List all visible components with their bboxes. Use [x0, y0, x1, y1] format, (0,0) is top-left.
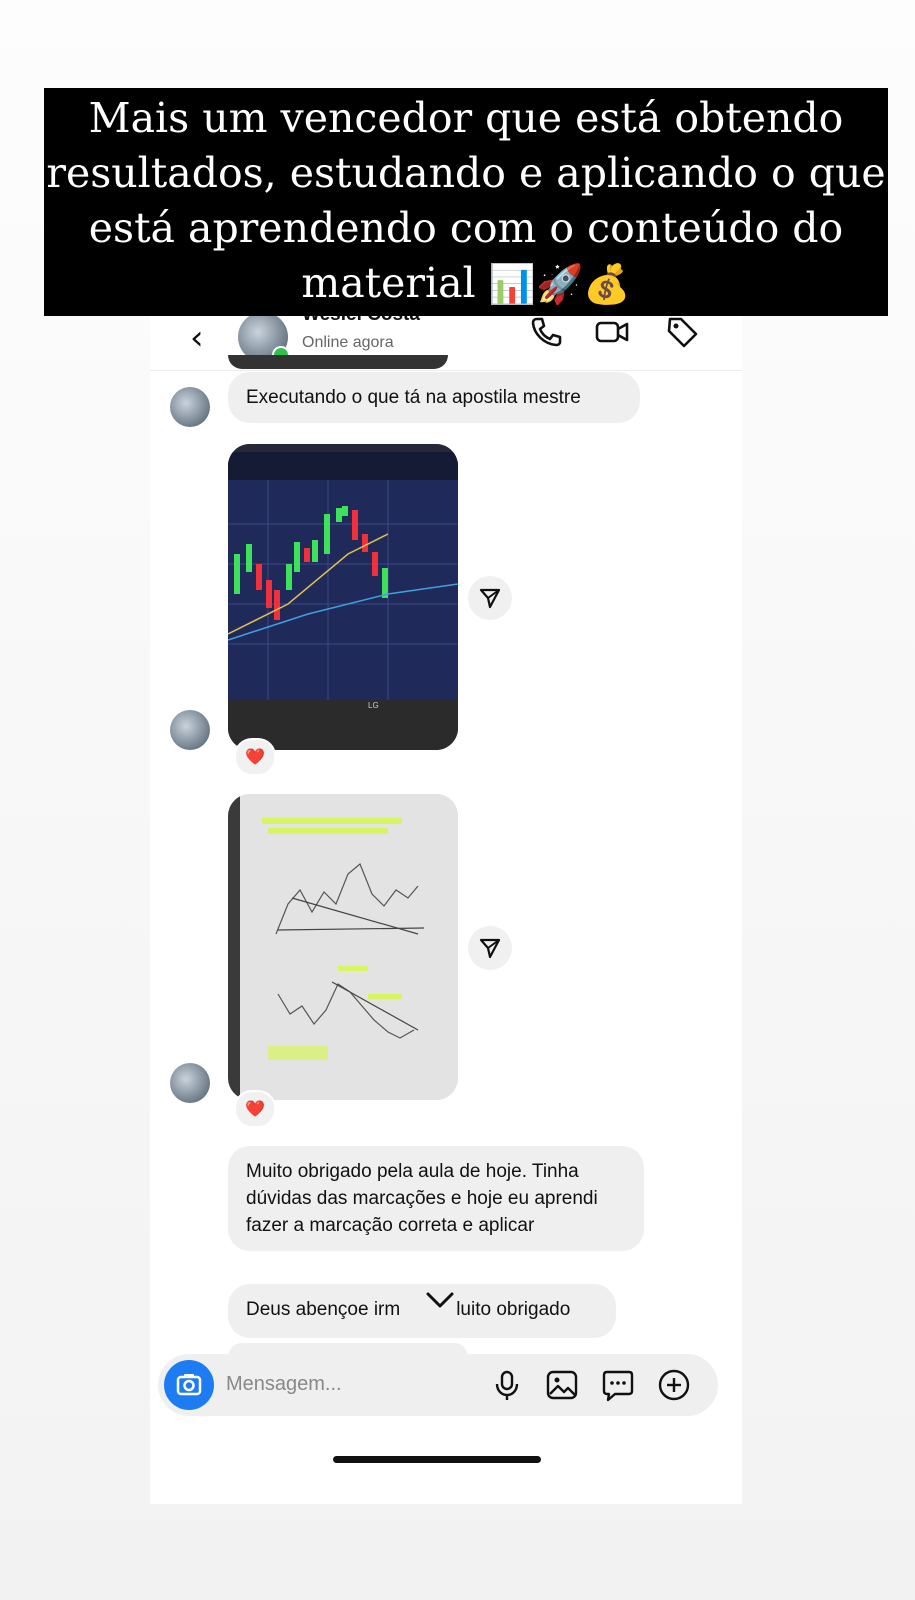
caption-text: Mais um vencedor que está obtendo result… — [46, 94, 886, 307]
svg-text:LG: LG — [368, 701, 379, 710]
message-composer: Mensagem... — [158, 1354, 718, 1416]
video-icon[interactable] — [594, 314, 630, 350]
sender-avatar[interactable] — [170, 1063, 210, 1103]
message-text-right: luito obrigado — [456, 1299, 571, 1320]
photo-message[interactable]: LG — [228, 444, 458, 750]
share-button[interactable] — [468, 926, 512, 970]
message-bubble[interactable]: Executando o que tá na apostila mestre — [228, 372, 640, 423]
previous-photo-edge[interactable] — [228, 355, 448, 369]
message-input[interactable]: Mensagem... — [226, 1373, 342, 1396]
sender-avatar[interactable] — [170, 710, 210, 750]
chevron-down-icon — [426, 1292, 454, 1308]
camera-icon — [176, 1374, 202, 1396]
send-icon — [479, 938, 501, 959]
caption-emojis: 📊🚀💰 — [488, 262, 631, 306]
image-icon[interactable] — [545, 1368, 579, 1402]
home-indicator — [333, 1456, 541, 1463]
camera-button[interactable] — [164, 1360, 214, 1410]
reaction-heart[interactable]: ❤️ — [234, 1090, 276, 1128]
share-button[interactable] — [468, 576, 512, 620]
chat-screenshot: ‹ Wesiel Costa › Online agora Executando… — [150, 300, 742, 1504]
notebook-chart-photo — [228, 794, 458, 1100]
message-text-left: Deus abençoe irm — [246, 1299, 401, 1320]
contact-status: Online agora — [302, 334, 394, 351]
trading-chart-photo: LG — [228, 444, 458, 750]
story-caption: Mais um vencedor que está obtendo result… — [44, 88, 888, 316]
microphone-icon[interactable] — [490, 1368, 524, 1402]
message-bubble[interactable]: Muito obrigado pela aula de hoje. Tinha … — [228, 1146, 644, 1251]
send-icon — [479, 588, 501, 609]
back-chevron-icon[interactable]: ‹ — [190, 318, 204, 358]
tag-icon[interactable] — [664, 314, 700, 350]
phone-icon[interactable] — [528, 314, 564, 350]
scroll-to-bottom-button[interactable] — [415, 1280, 465, 1320]
sticker-icon[interactable] — [601, 1368, 635, 1402]
plus-icon[interactable] — [657, 1368, 691, 1402]
sender-avatar[interactable] — [170, 387, 210, 427]
photo-message[interactable] — [228, 794, 458, 1100]
reaction-heart[interactable]: ❤️ — [234, 738, 276, 776]
